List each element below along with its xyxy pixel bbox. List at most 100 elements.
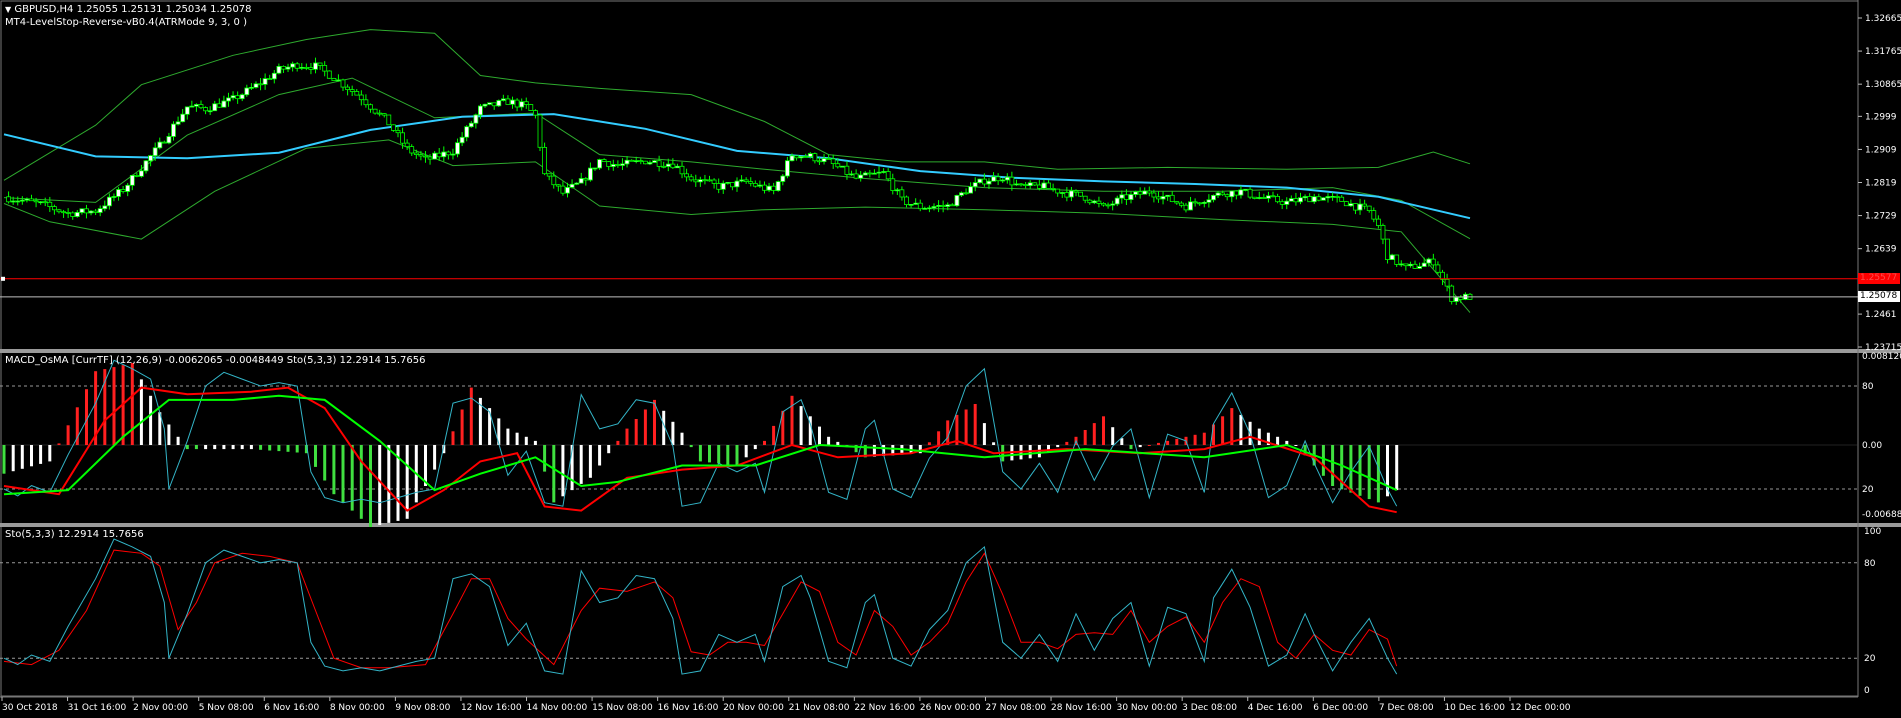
price-tick-label: 1.2639 bbox=[1865, 245, 1897, 255]
candle-body bbox=[491, 102, 497, 107]
candle-body bbox=[1119, 194, 1125, 199]
candle-body bbox=[1156, 196, 1161, 200]
candle-body bbox=[1124, 194, 1129, 200]
candle-body bbox=[684, 173, 689, 178]
candle-body bbox=[262, 78, 268, 85]
candle-body bbox=[84, 208, 89, 214]
candle-body bbox=[1449, 285, 1455, 302]
time-axis-label: 2 Nov 00:00 bbox=[133, 703, 188, 713]
candle-body bbox=[1366, 205, 1372, 212]
macd-axis-label: 0.008120 bbox=[1862, 352, 1901, 362]
candle-body bbox=[487, 102, 493, 105]
candle-body bbox=[638, 160, 644, 163]
stoch-panel-title: Sto(5,3,3) 12.2914 15.7656 bbox=[5, 529, 144, 540]
candle-body bbox=[743, 179, 749, 182]
candle-body bbox=[1059, 192, 1065, 194]
candle-body bbox=[606, 161, 612, 167]
time-axis-label: 26 Nov 00:00 bbox=[920, 703, 981, 713]
candle-body bbox=[10, 200, 16, 203]
candle-body bbox=[1362, 203, 1367, 207]
candle-body bbox=[248, 87, 254, 89]
candle-body bbox=[1037, 184, 1042, 189]
candle-body bbox=[1288, 198, 1294, 202]
candle-body bbox=[972, 182, 978, 188]
candle-body bbox=[940, 204, 946, 207]
candle-body bbox=[894, 189, 900, 192]
candle-body bbox=[583, 178, 589, 181]
candle-body bbox=[1275, 195, 1280, 203]
macd-histogram-bar bbox=[268, 445, 272, 451]
macd-histogram-bar bbox=[982, 423, 986, 445]
candle-body bbox=[1105, 204, 1111, 207]
candle-body bbox=[757, 184, 763, 187]
macd-histogram-bar bbox=[194, 445, 198, 450]
candle-body bbox=[977, 178, 983, 184]
time-axis-label: 28 Nov 16:00 bbox=[1051, 703, 1112, 713]
candle-body bbox=[1334, 195, 1340, 198]
candle-body bbox=[390, 124, 396, 131]
candle-body bbox=[643, 160, 648, 165]
macd-histogram-bar bbox=[772, 425, 776, 445]
candle-body bbox=[409, 146, 415, 154]
macd-axis-label: 20 bbox=[1862, 485, 1874, 495]
candle-body bbox=[945, 204, 951, 207]
candle-body bbox=[537, 114, 543, 148]
macd-histogram-bar bbox=[378, 445, 382, 525]
macd-histogram-bar bbox=[708, 445, 711, 463]
macd-histogram-bar bbox=[579, 445, 583, 484]
macd-histogram-bar bbox=[57, 443, 61, 445]
macd-histogram-bar bbox=[204, 445, 208, 450]
macd-histogram-bar bbox=[112, 367, 116, 445]
candle-body bbox=[372, 108, 378, 114]
candle-body bbox=[881, 171, 886, 173]
candle-body bbox=[1096, 200, 1102, 204]
candle-body bbox=[1376, 218, 1381, 226]
price-tick-label: 1.31765 bbox=[1865, 47, 1901, 57]
candle-body bbox=[1128, 194, 1134, 200]
macd-histogram-bar bbox=[1367, 445, 1371, 500]
candle-body bbox=[212, 103, 218, 112]
candle-body bbox=[542, 146, 547, 175]
collapse-triangle-icon[interactable]: ▼ bbox=[5, 5, 11, 14]
time-axis-label: 27 Nov 08:00 bbox=[985, 703, 1046, 713]
macd-histogram-bar bbox=[167, 424, 171, 445]
candle-body bbox=[459, 136, 465, 144]
macd-histogram-bar bbox=[744, 445, 748, 458]
macd-histogram-bar bbox=[625, 428, 629, 445]
time-axis-label: 12 Nov 16:00 bbox=[461, 703, 522, 713]
stoch-axis-label: 20 bbox=[1864, 654, 1876, 664]
candle-body bbox=[780, 175, 786, 182]
candle-body bbox=[675, 165, 680, 169]
candle-body bbox=[1371, 210, 1377, 220]
time-axis-label: 5 Nov 08:00 bbox=[199, 703, 254, 713]
candle-body bbox=[963, 192, 969, 195]
candle-body bbox=[917, 202, 923, 210]
candle-body bbox=[1041, 182, 1047, 189]
candle-body bbox=[1091, 200, 1097, 204]
macd-histogram-bar bbox=[524, 436, 528, 445]
candle-body bbox=[752, 182, 758, 187]
macd-histogram-bar bbox=[1138, 445, 1142, 448]
candle-body bbox=[226, 97, 231, 102]
candle-body bbox=[551, 175, 557, 186]
macd-histogram-bar bbox=[286, 445, 290, 452]
candle-body bbox=[698, 179, 703, 183]
panel-separator-bottom[interactable] bbox=[0, 523, 1901, 527]
panel-separator-top[interactable] bbox=[0, 349, 1901, 353]
candle-body bbox=[171, 123, 176, 137]
time-axis-label: 14 Nov 00:00 bbox=[527, 703, 588, 713]
macd-histogram-bar bbox=[561, 445, 565, 497]
candle-body bbox=[510, 99, 515, 105]
trading-chart[interactable]: 1.32665 1.31765 1.30865 1.2999 1.2909 1.2819 1… bbox=[0, 0, 1901, 718]
candle-body bbox=[647, 162, 653, 165]
candle-body bbox=[771, 185, 776, 191]
candle-body bbox=[890, 178, 896, 192]
candle-body bbox=[335, 79, 341, 82]
candle-body bbox=[1458, 296, 1464, 300]
candle-body bbox=[995, 176, 1001, 182]
candle-body bbox=[1000, 179, 1006, 182]
macd-histogram-bar bbox=[616, 440, 620, 445]
candle-body bbox=[936, 204, 941, 207]
candle-body bbox=[1069, 190, 1074, 198]
macd-histogram-bar bbox=[552, 445, 556, 503]
